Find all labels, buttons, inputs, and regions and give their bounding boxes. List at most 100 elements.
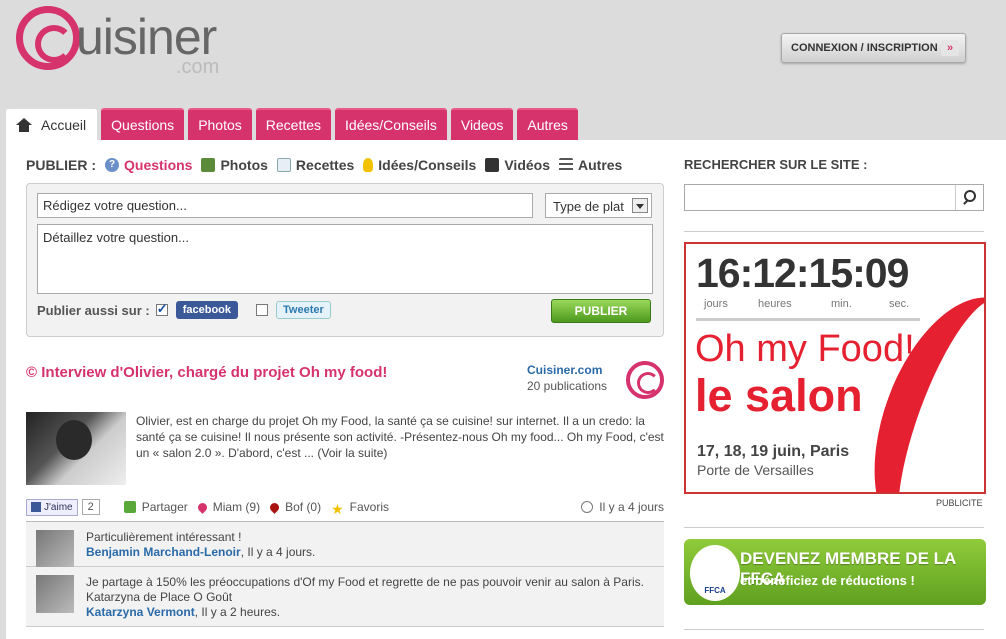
tab-questions[interactable]: Questions: [101, 108, 185, 140]
publish-form: Rédigez votre question... Type de plat D…: [26, 183, 664, 337]
publish-item-label: Idées/Conseils: [378, 157, 477, 173]
tab-autres[interactable]: Autres: [517, 108, 578, 140]
comment-time: , Il y a 2 heures.: [194, 605, 281, 619]
miam-label: Miam (9): [212, 500, 261, 514]
publish-idees[interactable]: Idées/Conseils: [363, 157, 476, 173]
countdown-timer: 16:12:15:09: [696, 250, 909, 296]
publish-item-label: Vidéos: [504, 157, 550, 173]
ad-title: Oh my Food!: [695, 328, 915, 370]
tab-label: Questions: [111, 117, 175, 133]
search-icon[interactable]: [955, 185, 983, 210]
comment-author[interactable]: Katarzyna Vermont: [86, 605, 195, 619]
publish-photos[interactable]: Photos: [201, 157, 268, 173]
article-excerpt-text: Olivier, est en charge du projet Oh my F…: [136, 414, 664, 460]
favoris-label: Favoris: [349, 500, 390, 514]
double-chevron-right-icon: »: [941, 40, 959, 56]
facebook-badge: facebook: [175, 301, 238, 319]
comment-time: , Il y a 4 jours.: [240, 545, 316, 559]
photo-icon: [201, 158, 216, 172]
publish-label: PUBLIER :: [26, 157, 96, 173]
advertisement-banner[interactable]: 16:12:15:09 jours heures min. sec. Oh my…: [684, 242, 986, 494]
facebook-icon: [31, 502, 41, 512]
like-count: 2: [81, 499, 100, 515]
ad-date: 17, 18, 19 juin, Paris: [697, 443, 850, 460]
tab-recettes[interactable]: Recettes: [255, 108, 332, 140]
publish-item-label: Recettes: [295, 157, 355, 173]
logo-domain: .com: [176, 56, 220, 78]
share-action[interactable]: Partager: [123, 500, 188, 514]
avatar[interactable]: [36, 530, 74, 568]
share-icon: [123, 501, 136, 513]
lightbulb-icon: [363, 158, 374, 172]
like-label: J'aime: [44, 501, 73, 513]
divider: [684, 629, 984, 630]
publish-questions[interactable]: ? Questions: [105, 157, 192, 173]
question-input[interactable]: Rédigez votre question...: [37, 193, 533, 218]
unit-label: jours: [704, 298, 728, 310]
favoris-action[interactable]: ★ Favoris: [331, 500, 390, 517]
bof-action[interactable]: Bof (0): [268, 500, 321, 514]
video-icon: [485, 158, 500, 172]
read-more-link[interactable]: (Voir la suite): [317, 446, 387, 460]
login-register-button[interactable]: CONNEXION / INSCRIPTION »: [781, 33, 966, 63]
publish-item-label: Questions: [124, 157, 193, 173]
chevron-down-icon: [632, 198, 648, 213]
article-time-text: Il y a 4 jours: [599, 500, 664, 514]
source-publications: 20 publications: [527, 379, 608, 393]
heart-icon: [195, 500, 209, 514]
share-label: Partager: [141, 500, 188, 514]
article-time: Il y a 4 jours: [581, 500, 664, 514]
login-label: CONNEXION / INSCRIPTION: [791, 42, 938, 54]
twitter-checkbox[interactable]: [256, 304, 268, 316]
clock-icon: [581, 501, 594, 513]
broken-heart-icon: [268, 500, 281, 514]
tab-label: Autres: [527, 117, 568, 133]
ad-divider: [696, 318, 920, 321]
facebook-checkbox[interactable]: [155, 301, 168, 317]
recipe-icon: [276, 158, 291, 172]
publish-item-label: Autres: [578, 157, 623, 173]
unit-label: heures: [758, 298, 792, 310]
tab-label: Recettes: [265, 117, 322, 133]
also-publish-row: Publier aussi sur : facebook Tweeter: [37, 301, 331, 319]
tab-accueil[interactable]: Accueil: [6, 108, 98, 140]
tab-label: Photos: [198, 117, 242, 133]
search-input[interactable]: [684, 184, 984, 211]
facebook-like-button[interactable]: J'aime: [26, 498, 78, 516]
twitter-badge: Tweeter: [276, 301, 331, 319]
copyright-icon: ©: [26, 364, 42, 381]
list-icon: [559, 158, 573, 172]
ad-subtitle: le salon: [695, 370, 863, 421]
article-thumbnail[interactable]: [26, 412, 126, 485]
source-name[interactable]: Cuisiner.com: [527, 363, 607, 377]
divider: [684, 231, 984, 232]
article-actions: J'aime 2 Partager Miam (9) Bof (0) ★ Favo…: [26, 492, 664, 522]
tab-idees-conseils[interactable]: Idées/Conseils: [335, 108, 447, 140]
ffca-membership-banner[interactable]: DEVENEZ MEMBRE DE LA FFCA et bénéficiez …: [684, 539, 986, 605]
comment-author[interactable]: Benjamin Marchand-Lenoir: [86, 545, 241, 559]
miam-action[interactable]: Miam (9): [195, 500, 261, 514]
dish-type-select[interactable]: Type de plat: [545, 193, 652, 218]
article-title[interactable]: © Interview d'Olivier, chargé du projet …: [26, 364, 387, 381]
site-logo[interactable]: uisiner .com: [14, 4, 254, 80]
question-detail-textarea[interactable]: Détaillez votre question...: [37, 224, 653, 294]
main-panel: PUBLIER : ? Questions Photos Recettes Idé…: [6, 140, 1006, 639]
tab-videos[interactable]: Videos: [450, 108, 514, 140]
publish-button[interactable]: PUBLIER: [551, 299, 651, 323]
publish-videos[interactable]: Vidéos: [485, 157, 550, 173]
unit-label: sec.: [889, 298, 910, 310]
question-icon: ?: [105, 158, 119, 172]
article-title-text: Interview d'Olivier, chargé du projet Oh…: [41, 364, 388, 381]
avatar[interactable]: [36, 575, 74, 613]
comment-item: Particulièrement intéressant ! Benjamin …: [26, 522, 664, 568]
tab-label: Accueil: [41, 116, 87, 133]
comment-item: Je partage à 150% les préoccupations d'O…: [26, 567, 664, 627]
publish-recettes[interactable]: Recettes: [276, 157, 355, 173]
publish-autres[interactable]: Autres: [559, 157, 622, 173]
main-nav: Accueil Questions Photos Recettes Idées/…: [6, 108, 578, 140]
tab-photos[interactable]: Photos: [188, 108, 252, 140]
ffca-subtitle: et bénéficiez de réductions !: [740, 573, 915, 588]
also-publish-label: Publier aussi sur :: [37, 302, 150, 318]
home-icon: [16, 117, 32, 132]
source-logo-icon: [626, 361, 664, 399]
